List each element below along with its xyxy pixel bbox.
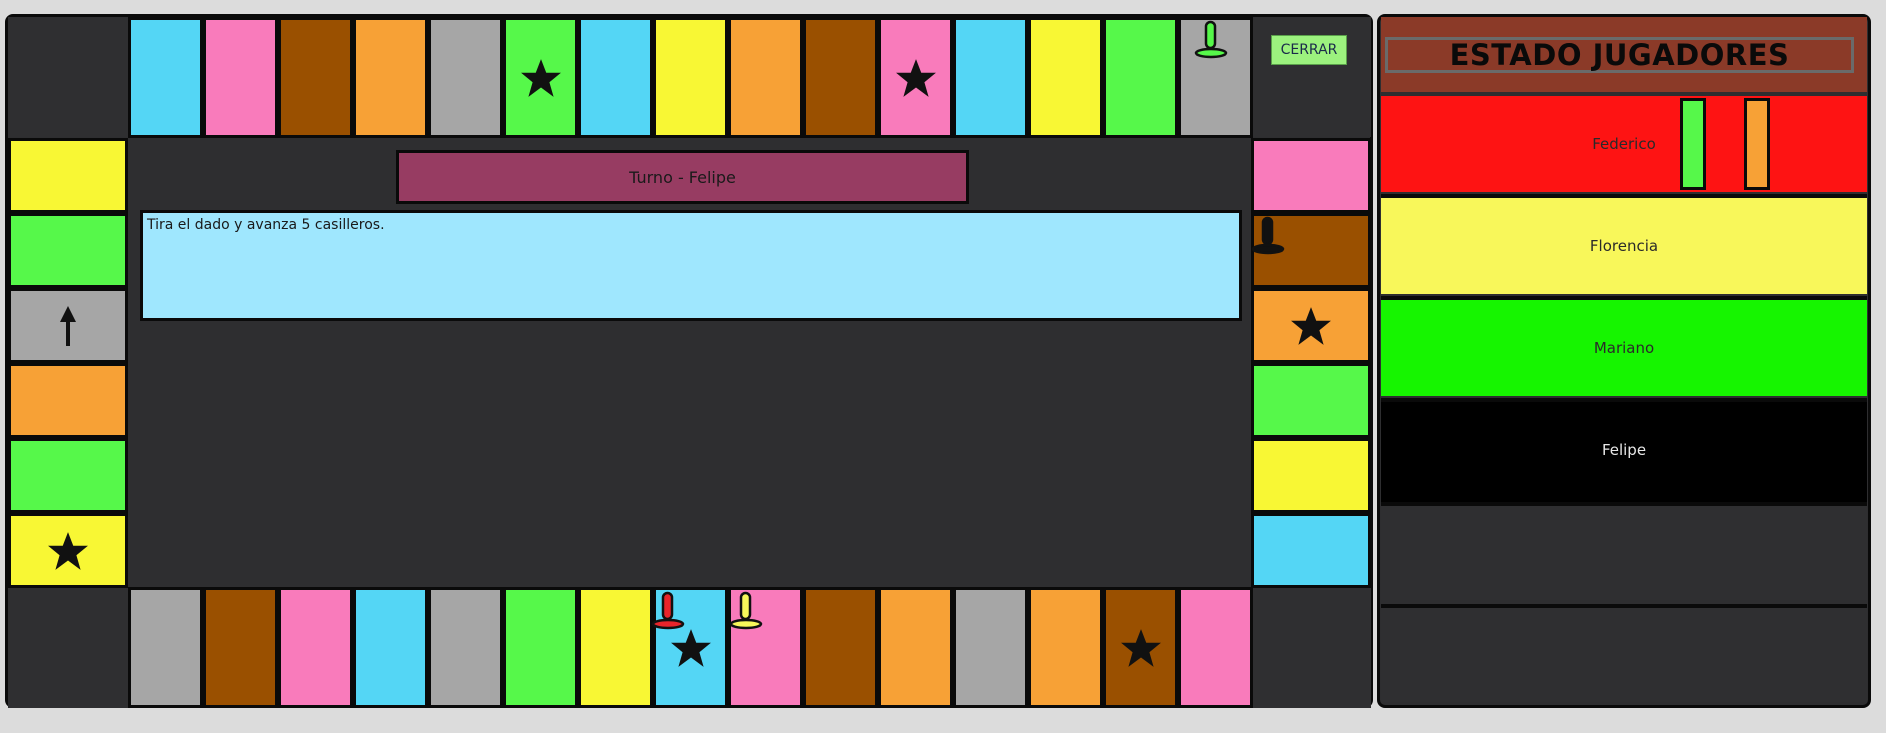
- board-cell-top-7: [578, 17, 653, 138]
- star-icon: [520, 57, 562, 99]
- player-name: Mariano: [1593, 339, 1655, 357]
- board-cell-top-9: [728, 17, 803, 138]
- board-cell-bottom-10: [803, 587, 878, 708]
- green-pawn-icon: [1194, 20, 1228, 60]
- board-cell-bottom-14: [1103, 587, 1178, 708]
- player-card-florencia: Florencia: [1381, 198, 1867, 294]
- board-cell-bottom-13: [1028, 587, 1103, 708]
- board-cell-top-14: [1103, 17, 1178, 138]
- players-panel-title: ESTADO JUGADORES: [1385, 37, 1854, 73]
- board-cell-top-13: [1028, 17, 1103, 138]
- board-corner: [8, 588, 128, 708]
- message-text: Tira el dado y avanza 5 casilleros.: [147, 217, 385, 233]
- player-divider: [1381, 398, 1867, 402]
- orange-chip-icon: [1744, 98, 1770, 190]
- board-cell-left-6: [8, 513, 128, 588]
- player-divider: [1381, 502, 1867, 506]
- board-cell-left-3: [8, 288, 128, 363]
- star-icon: [1290, 305, 1332, 347]
- red-pawn-icon: [651, 591, 685, 631]
- star-icon: [895, 57, 937, 99]
- star-icon: [47, 530, 89, 572]
- player-card-mariano: Mariano: [1381, 300, 1867, 396]
- board-cell-bottom-2: [203, 587, 278, 708]
- board-cell-right-4: [1251, 363, 1371, 438]
- board-cell-left-2: [8, 213, 128, 288]
- board-cell-right-5: [1251, 438, 1371, 513]
- black-pawn-icon: [1251, 216, 1285, 256]
- board-cell-bottom-7: [578, 587, 653, 708]
- board-cell-right-6: [1251, 513, 1371, 588]
- board-cell-bottom-12: [953, 587, 1028, 708]
- board-cell-top-6: [503, 17, 578, 138]
- player-divider: [1381, 296, 1867, 300]
- board-cell-bottom-5: [428, 587, 503, 708]
- player-card-empty: [1381, 504, 1867, 600]
- board-cell-top-2: [203, 17, 278, 138]
- player-name: Federico: [1592, 135, 1656, 153]
- player-name: Florencia: [1589, 237, 1659, 255]
- turn-label: Turno - Felipe: [629, 167, 736, 187]
- board-corner: [1251, 588, 1371, 708]
- board-cell-top-10: [803, 17, 878, 138]
- close-button[interactable]: CERRAR: [1271, 35, 1347, 65]
- board-cell-top-12: [953, 17, 1028, 138]
- yellow-pawn-icon: [729, 591, 763, 631]
- board-cell-top-11: [878, 17, 953, 138]
- green-chip-icon: [1680, 98, 1706, 190]
- board-cell-top-4: [353, 17, 428, 138]
- message-box: Tira el dado y avanza 5 casilleros.: [140, 210, 1242, 321]
- board-cell-bottom-11: [878, 587, 953, 708]
- board-cell-bottom-15: [1178, 587, 1253, 708]
- player-divider: [1381, 194, 1867, 198]
- player-card-federico: Federico: [1381, 96, 1867, 192]
- board-cell-top-8: [653, 17, 728, 138]
- star-icon: [670, 627, 712, 669]
- board-cell-top-5: [428, 17, 503, 138]
- board-cell-bottom-6: [503, 587, 578, 708]
- board-corner: [8, 17, 128, 137]
- board-cell-bottom-1: [128, 587, 203, 708]
- board-cell-right-3: [1251, 288, 1371, 363]
- player-card-felipe: Felipe: [1381, 398, 1867, 502]
- board-cell-left-5: [8, 438, 128, 513]
- turn-banner: Turno - Felipe: [396, 150, 969, 204]
- star-icon: [1120, 627, 1162, 669]
- board-cell-top-1: [128, 17, 203, 138]
- player-card-empty: [1381, 606, 1867, 702]
- board-cell-left-1: [8, 138, 128, 213]
- arrow-up-icon: [56, 304, 80, 348]
- board-cell-left-4: [8, 363, 128, 438]
- board-cell-bottom-4: [353, 587, 428, 708]
- board-cell-bottom-3: [278, 587, 353, 708]
- board-cell-right-1: [1251, 138, 1371, 213]
- board-cell-top-3: [278, 17, 353, 138]
- player-name: Felipe: [1601, 441, 1647, 459]
- player-divider: [1381, 604, 1867, 608]
